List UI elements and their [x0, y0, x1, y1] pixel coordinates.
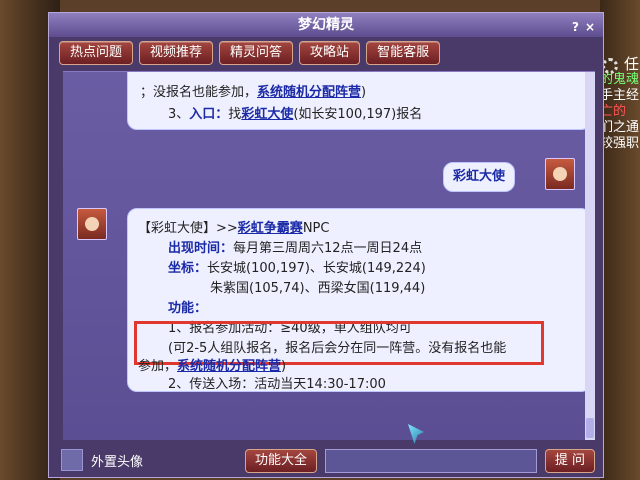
background-side-text: 任 的鬼魂 手主经 亡的 们之通 较强职 — [600, 56, 640, 152]
text-segment: 【彩虹大使】>> — [138, 221, 238, 236]
time-label: 出现时间： — [168, 241, 234, 256]
chat-area: ；没报名也能参加，系统随机分配阵营) 3、入口：找彩虹大使(如长安100,197… — [63, 71, 595, 440]
user-message: 彩虹大使 — [452, 169, 505, 184]
avatar-face — [85, 217, 99, 231]
previous-reply-bubble: ；没报名也能参加，系统随机分配阵营) 3、入口：找彩虹大使(如长安100,197… — [127, 72, 591, 130]
sprite-avatar — [77, 208, 107, 240]
sprite-reply-bubble: 【彩虹大使】>>彩虹争霸赛NPC 出现时间：每月第三周周六12点一周日24点 坐… — [127, 208, 591, 392]
func-label: 功能： — [168, 301, 208, 316]
user-avatar — [545, 158, 575, 190]
text-segment: ) — [281, 359, 287, 374]
dialog-titlebar: 梦幻精灵 ? × — [49, 13, 603, 37]
ask-button[interactable]: 提 问 — [545, 449, 595, 473]
tab-video[interactable]: 视频推荐 — [139, 41, 214, 65]
tab-hot-questions[interactable]: 热点问题 — [59, 41, 134, 65]
func-line: 2、传送入场：活动当天14:30-17:00 — [168, 373, 386, 392]
sprite-dialog-window: 梦幻精灵 ? × 热点问题 视频推荐 精灵问答 攻略站 智能客服 ；没报名也能参… — [48, 12, 604, 478]
bubble-line: 3、入口：找彩虹大使(如长安100,197)报名 — [168, 103, 422, 122]
coord-value: 朱紫国(105,74)、西梁女国(119,44) — [210, 281, 426, 296]
tab-guide[interactable]: 攻略站 — [299, 41, 361, 65]
random-team-link[interactable]: 系统随机分配阵营 — [257, 85, 361, 100]
text-segment: (如长安100,197)报名 — [293, 107, 423, 122]
side-text-line: 任 — [624, 55, 640, 73]
text-segment: 参加， — [138, 359, 178, 374]
question-input[interactable] — [325, 449, 537, 473]
func-note-line: (可2-5人组队报名，报名后会分在同一阵营。没有报名也能 — [168, 337, 506, 356]
dialog-title: 梦幻精灵 — [298, 17, 354, 33]
text-segment: 入口： — [189, 107, 229, 122]
time-value: 每月第三周周六12点一周日24点 — [233, 241, 423, 256]
coord-line: 朱紫国(105,74)、西梁女国(119,44) — [210, 277, 425, 296]
chat-scrollbar[interactable] — [585, 72, 595, 440]
external-avatar-checkbox[interactable] — [61, 449, 83, 471]
random-team-link[interactable]: 系统随机分配阵营 — [177, 359, 281, 374]
avatar-face — [553, 167, 567, 181]
side-text-line: 们之通 — [600, 120, 640, 135]
tab-support[interactable]: 智能客服 — [366, 41, 441, 65]
time-line: 出现时间：每月第三周周六12点一周日24点 — [168, 237, 422, 256]
tab-sprite-qa[interactable]: 精灵问答 — [219, 41, 294, 65]
rainbow-contest-link[interactable]: 彩虹争霸赛 — [238, 221, 303, 236]
user-message-bubble: 彩虹大使 — [443, 162, 515, 192]
side-text-line: 亡的 — [600, 104, 627, 119]
help-icon[interactable]: ? — [572, 15, 579, 39]
func-note: (可2-5人组队报名，报名后会分在同一阵营。没有报名也能 — [168, 341, 507, 356]
bubble-line: ；没报名也能参加，系统随机分配阵营) — [140, 81, 366, 100]
side-text-line: 的鬼魂 — [600, 72, 640, 87]
reply-header: 【彩虹大使】>>彩虹争霸赛NPC — [138, 217, 329, 236]
func-note-line: 参加，系统随机分配阵营) — [138, 355, 286, 374]
side-text-line: 较强职 — [600, 136, 640, 151]
function-list-button[interactable]: 功能大全 — [245, 449, 317, 473]
text-segment: ；没报名也能参加， — [140, 85, 258, 100]
text-segment: NPC — [302, 221, 330, 236]
coord-label: 坐标： — [168, 261, 208, 276]
coord-line: 坐标：长安城(100,197)、长安城(149,224) — [168, 257, 426, 276]
external-avatar-label: 外置头像 — [91, 455, 144, 470]
tab-bar: 热点问题 视频推荐 精灵问答 攻略站 智能客服 — [59, 41, 441, 65]
bottom-bar: 外置头像 功能大全 提 问 — [49, 445, 603, 475]
coord-value: 长安城(100,197)、长安城(149,224) — [207, 261, 426, 276]
side-text-line: 手主经 — [600, 88, 640, 103]
func-item: 2、传送入场：活动当天14:30-17:00 — [168, 377, 386, 392]
text-segment: 找 — [228, 107, 242, 122]
text-segment: 3、 — [168, 107, 190, 122]
rainbow-envoy-link[interactable]: 彩虹大使 — [241, 107, 293, 122]
func-line: 功能： — [168, 297, 207, 316]
text-segment: ) — [361, 85, 367, 100]
close-icon[interactable]: × — [585, 15, 595, 39]
scroll-thumb[interactable] — [586, 418, 594, 438]
